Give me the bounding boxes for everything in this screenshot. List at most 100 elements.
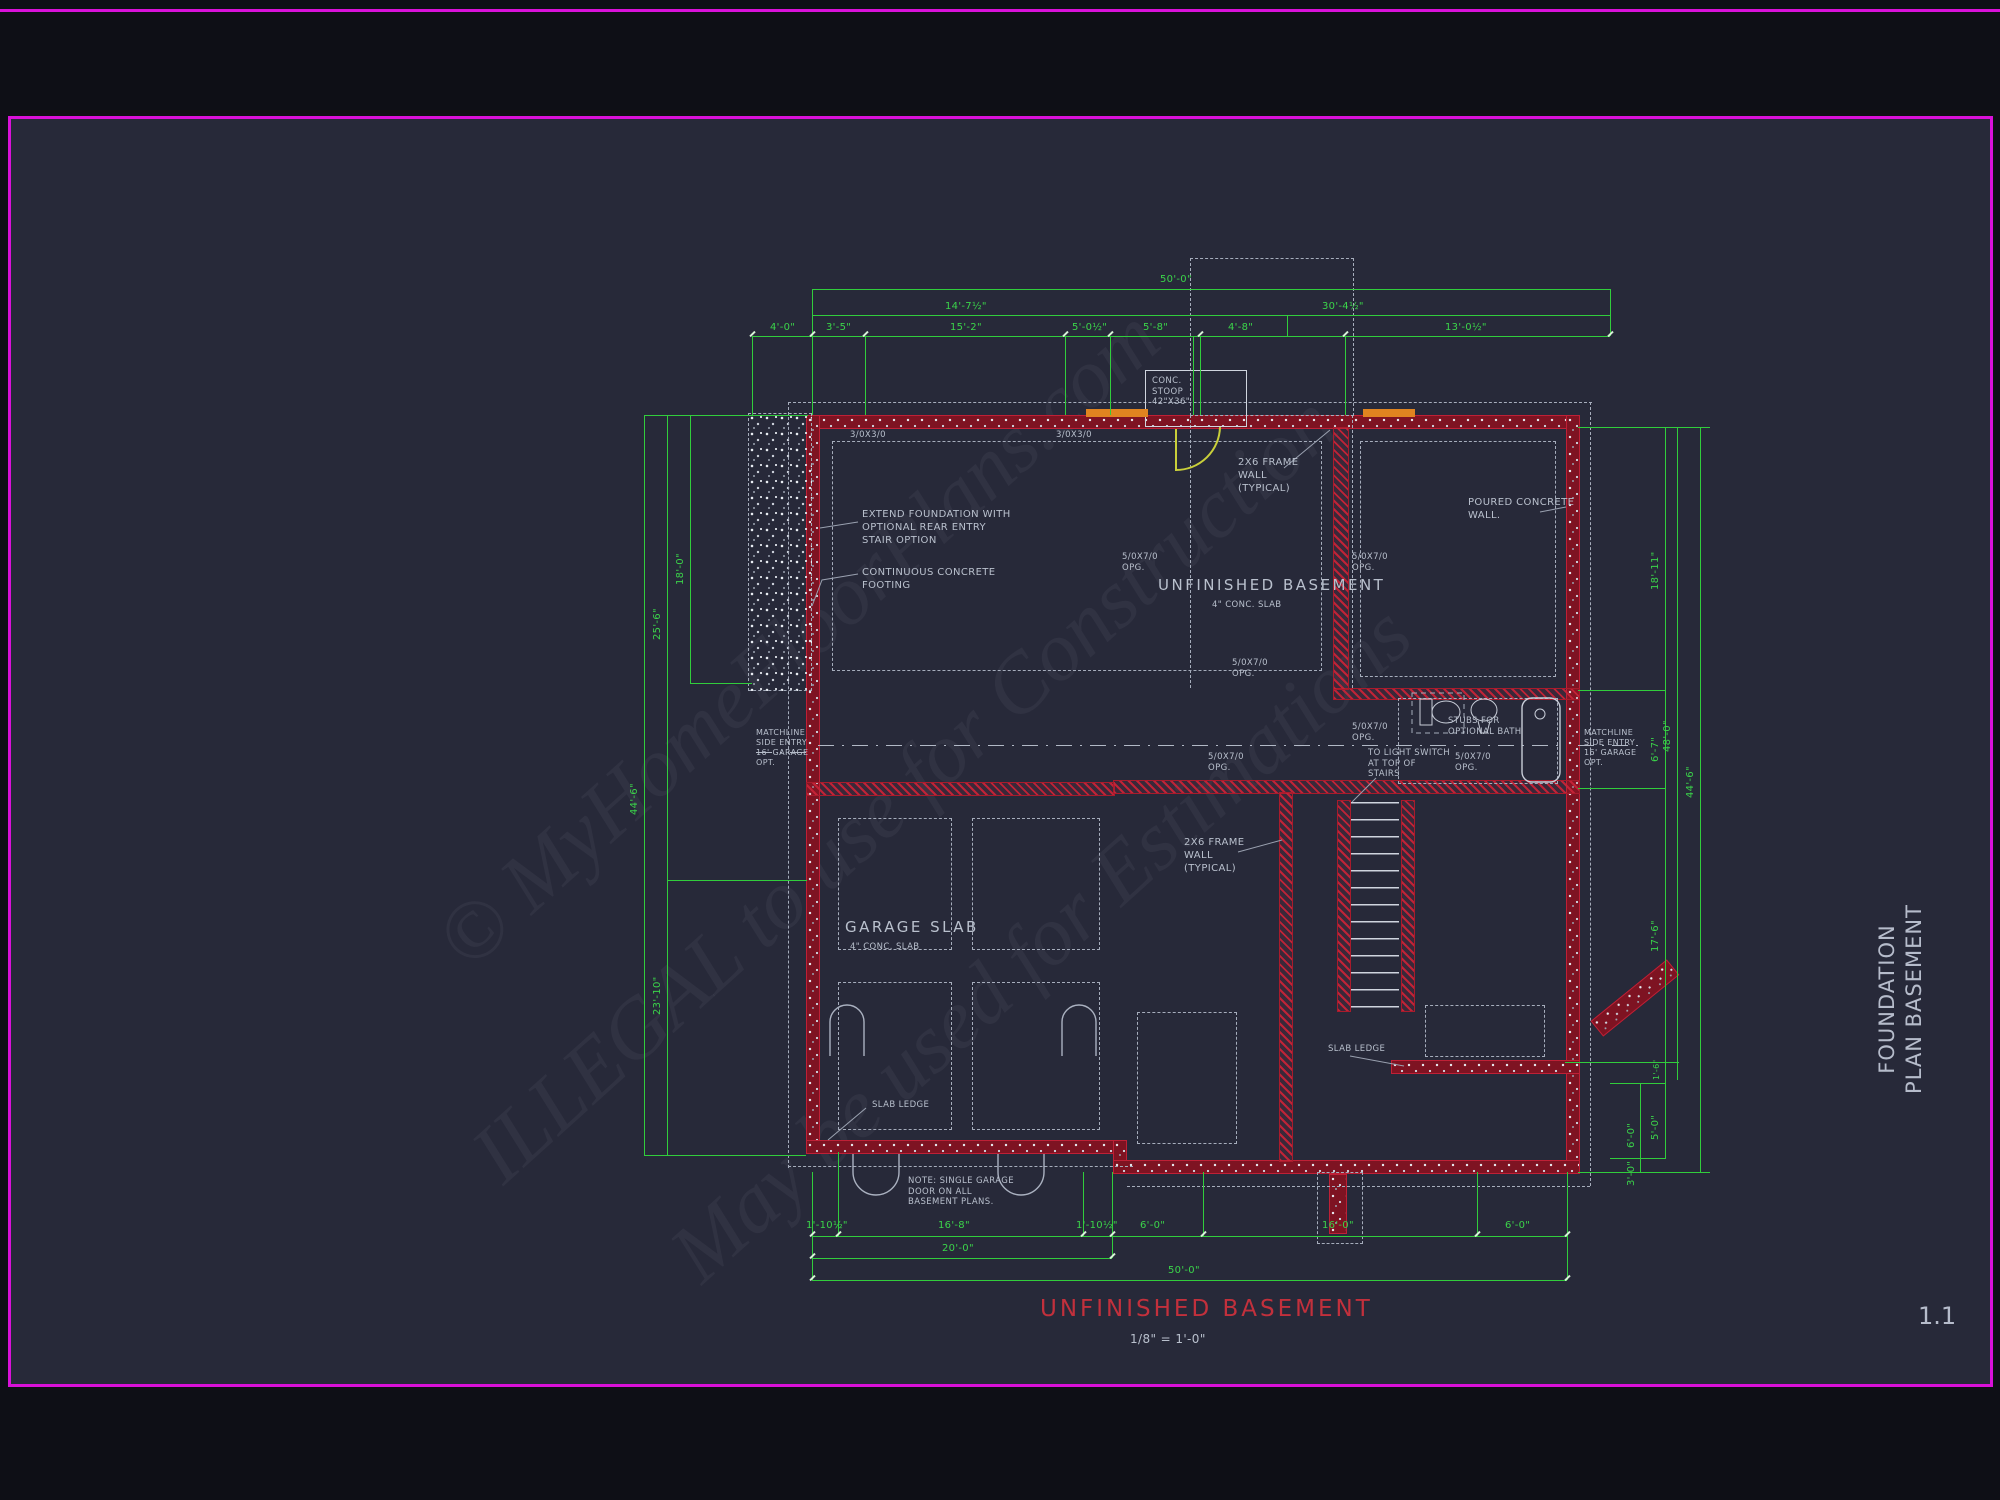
dim-ext (812, 289, 813, 415)
room-sublabel-basement: 4" CONC. SLAB (1212, 600, 1282, 611)
dim-label: 16'-0" (1322, 1220, 1354, 1231)
note-matchline-right: MATCHLINE SIDE ENTRY 16' GARAGE OPT. (1584, 728, 1636, 768)
dim-ext (1567, 1172, 1568, 1280)
note-slab-ledge: SLAB LEDGE (1328, 1044, 1385, 1055)
dim-label: 17'-6" (1650, 920, 1661, 952)
dim-line (1578, 427, 1710, 428)
dim-ext (1112, 1172, 1113, 1258)
dim-line (1578, 788, 1666, 789)
garage-hook-2 (1062, 1005, 1096, 1056)
dim-line (1610, 1158, 1666, 1159)
dim-label: 3'-5" (826, 322, 851, 333)
door-swing (1176, 427, 1220, 470)
dim-line (1700, 427, 1701, 1172)
dim-label: 48'-0" (1662, 720, 1673, 752)
dim-label: 6'-7" (1650, 737, 1661, 762)
dim-label: 23'-10" (652, 976, 663, 1015)
opening-label: 5/0X7/0 OPG. (1122, 552, 1158, 573)
dim-line (1665, 427, 1666, 1158)
dim-ext (1477, 1172, 1478, 1236)
note-poured-wall: POURED CONCRETE WALL. (1468, 496, 1574, 522)
dim-ext (1065, 336, 1066, 415)
dim-line (644, 1155, 806, 1156)
dim-line (1640, 1083, 1641, 1172)
dim-line (690, 683, 752, 684)
dim-ext (1345, 336, 1346, 415)
leader-light-switch (1352, 778, 1376, 802)
stoop-label: CONC. STOOP 42"X36" (1152, 376, 1190, 408)
room-label-garage: GARAGE SLAB (845, 918, 979, 938)
dim-ext (1193, 336, 1194, 415)
dim-label: 30'-4½" (1322, 301, 1364, 312)
drawing-title: UNFINISHED BASEMENT (1040, 1296, 1373, 1322)
dim-line (812, 1258, 1112, 1259)
opening-label: 5/0X7/0 OPG. (1352, 722, 1388, 743)
dim-label: 6'-0" (1505, 1220, 1530, 1231)
dim-line (1578, 1172, 1710, 1173)
dim-label: 4'-8" (1228, 322, 1253, 333)
dim-label: 50'-0" (1168, 1265, 1200, 1276)
note-frame-wall: 2X6 FRAME WALL (TYPICAL) (1238, 456, 1298, 495)
opening-label: 5/0X7/0 OPG. (1352, 552, 1388, 573)
note-stubs-bath: STUBS FOR OPTIONAL BATH (1448, 716, 1522, 737)
note-frame-wall-2: 2X6 FRAME WALL (TYPICAL) (1184, 836, 1244, 875)
window-label: 3/0X3/0 (1056, 430, 1092, 441)
dim-label: 50'-0" (1160, 274, 1192, 285)
dim-line (644, 415, 808, 416)
dim-label: 25'-6" (652, 608, 663, 640)
drawing-scale: 1/8" = 1'-0" (1130, 1332, 1206, 1348)
dim-line (812, 1236, 1567, 1237)
leader-slab-ledge-left (828, 1108, 866, 1140)
dim-ext (865, 336, 866, 415)
dim-line (667, 415, 668, 880)
leader-footing (812, 574, 858, 606)
garage-hook-1 (830, 1005, 864, 1056)
dim-label: 1'-6" (1652, 1060, 1661, 1080)
dim-label: 14'-7½" (945, 301, 987, 312)
dim-label: 16'-8" (938, 1220, 970, 1231)
sheet-title-line2: PLAN BASEMENT (1901, 849, 1928, 1149)
dim-ext (1203, 1172, 1204, 1236)
dim-label: 1'-10½" (1076, 1220, 1118, 1231)
sheet-title-line1: FOUNDATION (1874, 849, 1901, 1149)
note-extend-foundation: EXTEND FOUNDATION WITH OPTIONAL REAR ENT… (862, 508, 1011, 547)
dim-label: 20'-0" (942, 1243, 974, 1254)
dim-label: 6'-0" (1140, 1220, 1165, 1231)
dim-line (667, 880, 807, 881)
window-label: 3/0X3/0 (850, 430, 886, 441)
garage-door-arc-1 (853, 1154, 899, 1195)
dim-line (812, 315, 1610, 316)
note-matchline-left: MATCHLINE SIDE ENTRY 16' GARAGE OPT. (756, 728, 808, 768)
dim-line (1578, 690, 1666, 691)
dim-label: 1'-10½" (806, 1220, 848, 1231)
note-light-switch: TO LIGHT SWITCH AT TOP OF STAIRS (1368, 748, 1450, 780)
dim-label: 5'-0" (1650, 1115, 1661, 1140)
tub-drain (1535, 709, 1545, 719)
dim-ext (1110, 336, 1111, 415)
dim-line (1610, 1083, 1666, 1084)
dim-line (1565, 1062, 1679, 1063)
dim-line (690, 415, 691, 683)
note-continuous-footing: CONTINUOUS CONCRETE FOOTING (862, 566, 996, 592)
dim-ext (1287, 315, 1288, 336)
dim-line (644, 415, 645, 1155)
dim-line (667, 880, 668, 1155)
dim-line (752, 336, 1610, 337)
dim-line (812, 289, 1610, 290)
dim-ext (752, 336, 753, 415)
dim-ext (1610, 289, 1611, 336)
tub (1522, 698, 1560, 782)
dim-label: 3'-0" (1626, 1161, 1637, 1186)
dim-label: 18'-11" (1650, 551, 1661, 590)
dim-label: 4'-0" (770, 322, 795, 333)
dim-label: 18'-0" (675, 553, 686, 585)
room-sublabel-garage: 4" CONC. SLAB (850, 942, 920, 953)
toilet-tank (1420, 699, 1432, 725)
leader-extend-foundation (820, 522, 858, 528)
dim-label: 13'-0½" (1445, 322, 1487, 333)
opening-label: 5/0X7/0 OPG. (1455, 752, 1491, 773)
dim-label: 44'-6" (1685, 766, 1696, 798)
dim-label: 5'-8" (1143, 322, 1168, 333)
dim-label: 5'-0½" (1072, 322, 1107, 333)
opening-label: 5/0X7/0 OPG. (1232, 658, 1268, 679)
